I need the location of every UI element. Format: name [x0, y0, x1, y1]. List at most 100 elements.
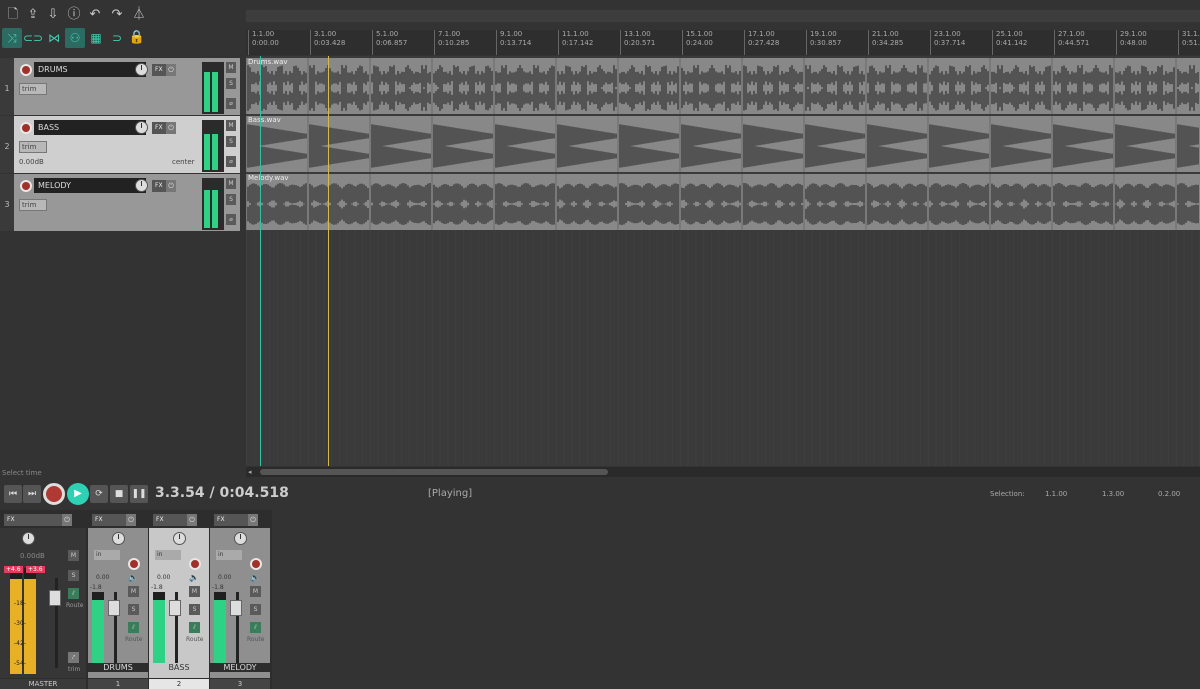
fx-button[interactable]: FX [92, 514, 126, 526]
fx-bypass-icon[interactable]: ⏻ [187, 514, 197, 526]
volume-fader[interactable] [169, 600, 181, 616]
snap-grid-icon[interactable]: ▦ [86, 28, 106, 48]
route-label[interactable]: Route [247, 636, 264, 643]
lock-icon[interactable]: 🔒 [128, 29, 146, 47]
master-route-icon[interactable]: ⫽ [68, 588, 79, 599]
record-arm-button[interactable] [20, 180, 32, 192]
media-item-melody[interactable]: Melody.wav [246, 174, 1200, 230]
item-grouping-icon[interactable]: ⊂⊃ [23, 28, 43, 48]
fx-bypass-icon[interactable]: ⏻ [166, 64, 176, 76]
timeline-ruler[interactable]: 1.1.00 0:00.00 3.1.00 0:03.428 5.1.00 0:06.… [246, 30, 1200, 55]
route-label[interactable]: Route [125, 636, 142, 643]
mute-button[interactable]: M [189, 586, 200, 597]
pan-knob[interactable] [234, 532, 247, 545]
redo-icon[interactable]: ↷ [108, 6, 126, 24]
master-solo-button[interactable]: S [68, 570, 79, 581]
input-select[interactable]: in [216, 550, 242, 560]
mute-button[interactable]: M [226, 178, 236, 189]
project-settings-icon[interactable]: ⓘ [65, 6, 83, 24]
volume-knob[interactable] [135, 179, 148, 192]
record-arm-button[interactable] [20, 64, 32, 76]
fx-button[interactable]: FX [152, 122, 166, 134]
selection-end[interactable]: 1.3.00 [1102, 490, 1124, 498]
fx-bypass-icon[interactable]: ⏻ [166, 180, 176, 192]
media-item-drums[interactable]: Drums.wav [246, 58, 1200, 114]
master-trim-icon[interactable]: ⤤ [68, 652, 79, 663]
automation-trim-button[interactable]: trim [19, 83, 47, 95]
ripple-edit-icon[interactable]: ⤨ [2, 28, 22, 48]
record-arm-button[interactable] [250, 558, 262, 570]
volume-knob[interactable] [135, 63, 148, 76]
automation-trim-button[interactable]: trim [19, 141, 47, 153]
fx-bypass-icon[interactable]: ⏻ [248, 514, 258, 526]
pan-knob[interactable] [112, 532, 125, 545]
horizontal-scrollbar[interactable]: ◂ [246, 467, 1200, 477]
volume-knob[interactable] [135, 121, 148, 134]
selection-length[interactable]: 0.2.00 [1158, 490, 1180, 498]
record-arm-button[interactable] [128, 558, 140, 570]
master-route-label[interactable]: Route [66, 602, 83, 609]
new-project-icon[interactable]: 🗋 [4, 6, 22, 24]
master-fx-button[interactable]: FX [4, 514, 62, 526]
solo-button[interactable]: S [189, 604, 200, 615]
mute-button[interactable]: M [250, 586, 261, 597]
undo-icon[interactable]: ↶ [86, 6, 104, 24]
solo-button[interactable]: S [128, 604, 139, 615]
master-mute-button[interactable]: M [68, 550, 79, 561]
mute-button[interactable]: M [226, 62, 236, 73]
input-select[interactable]: in [94, 550, 120, 560]
go-to-end-icon[interactable]: ⏭ [23, 485, 41, 503]
speaker-icon[interactable]: 🔈 [189, 573, 199, 582]
fx-button[interactable]: FX [152, 64, 166, 76]
track-header-drums[interactable]: 1 DRUMS FX ⏻ trim M S ⌀ [0, 58, 240, 116]
repeat-icon[interactable]: ⟳ [90, 485, 108, 503]
volume-fader[interactable] [230, 600, 242, 616]
track-name-field[interactable]: DRUMS [34, 62, 146, 77]
phase-icon[interactable]: ⌀ [226, 98, 236, 109]
fx-bypass-icon[interactable]: ⏻ [126, 514, 136, 526]
solo-button[interactable]: S [250, 604, 261, 615]
track-name-field[interactable]: BASS [34, 120, 146, 135]
master-trim-label[interactable]: trim [68, 666, 80, 673]
phase-icon[interactable]: ⌀ [226, 156, 236, 167]
automation-trim-button[interactable]: trim [19, 199, 47, 211]
input-select[interactable]: in [155, 550, 181, 560]
record-arm-button[interactable] [189, 558, 201, 570]
pause-icon[interactable]: ❚❚ [130, 485, 148, 503]
fx-bypass-icon[interactable]: ⏻ [166, 122, 176, 134]
phase-icon[interactable]: ⌀ [226, 214, 236, 225]
loop-icon[interactable]: ⊃ [107, 28, 127, 48]
solo-button[interactable]: S [226, 136, 236, 147]
arrange-view[interactable]: Drums.wav Bass.wav Melody.wav [246, 56, 1200, 466]
mute-button[interactable]: M [226, 120, 236, 131]
save-project-icon[interactable]: ⇩ [44, 6, 62, 24]
stop-icon[interactable]: ■ [110, 485, 128, 503]
fx-button[interactable]: FX [214, 514, 248, 526]
empty-arrange-grid[interactable] [246, 230, 1200, 466]
track-header-melody[interactable]: 3 MELODY FX ⏻ trim M S ⌀ [0, 174, 240, 232]
envelope-lock-icon[interactable]: ⚇ [65, 28, 85, 48]
solo-button[interactable]: S [226, 78, 236, 89]
speaker-icon[interactable]: 🔈 [250, 573, 260, 582]
volume-fader[interactable] [108, 600, 120, 616]
record-button[interactable] [43, 483, 65, 505]
scrollbar-thumb[interactable] [260, 469, 608, 475]
route-icon[interactable]: ⫽ [189, 622, 200, 633]
fx-bypass-icon[interactable]: ⏻ [62, 514, 72, 526]
track-name-field[interactable]: MELODY [34, 178, 146, 193]
go-to-start-icon[interactable]: ⏮ [4, 485, 22, 503]
fx-button[interactable]: FX [153, 514, 187, 526]
track-header-bass[interactable]: 2 BASS FX ⏻ trim 0.00dB center M S ⌀ [0, 116, 240, 174]
solo-button[interactable]: S [226, 194, 236, 205]
auto-crossfade-icon[interactable]: ⋈ [44, 28, 64, 48]
scroll-left-icon[interactable]: ◂ [248, 468, 256, 476]
master-pan-knob[interactable] [22, 532, 35, 545]
route-label[interactable]: Route [186, 636, 203, 643]
record-arm-button[interactable] [20, 122, 32, 134]
route-icon[interactable]: ⫽ [128, 622, 139, 633]
route-icon[interactable]: ⫽ [250, 622, 261, 633]
selection-start[interactable]: 1.1.00 [1045, 490, 1067, 498]
media-item-bass[interactable]: Bass.wav [246, 116, 1200, 172]
open-project-icon[interactable]: ⇪ [24, 6, 42, 24]
master-fader[interactable] [49, 590, 61, 606]
